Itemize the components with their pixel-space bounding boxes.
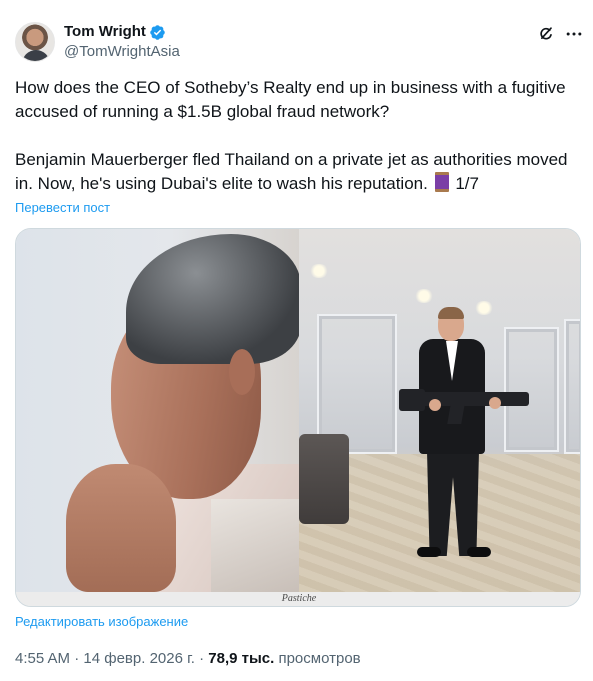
tweet-media-image[interactable]: Pastiche — [15, 228, 581, 607]
tweet-date[interactable]: 14 февр. 2026 г. — [83, 650, 195, 667]
portrait-photo — [16, 229, 301, 592]
thread-counter: 1/7 — [455, 174, 479, 193]
author-display-name-text[interactable]: Tom Wright — [64, 22, 146, 42]
tweet-header: Tom Wright @TomWrightAsia — [15, 18, 583, 66]
thread-spool-icon — [434, 172, 449, 192]
tweet-paragraph-2: Benjamin Mauerberger fled Thailand on a … — [15, 148, 585, 196]
avatar[interactable] — [15, 22, 55, 62]
views-count: 78,9 тыс. — [208, 650, 275, 667]
author-names: Tom Wright @TomWrightAsia — [64, 22, 180, 62]
armed-man-photo — [299, 229, 580, 592]
tweet-paragraph-1: How does the CEO of Sotheby’s Realty end… — [15, 78, 566, 121]
translate-post-link[interactable]: Перевести пост — [15, 200, 110, 215]
views-label: просмотров — [278, 650, 361, 667]
image-caption: Pastiche — [281, 593, 317, 604]
more-icon[interactable] — [564, 24, 584, 44]
author-display-name[interactable]: Tom Wright — [64, 22, 166, 42]
author-handle[interactable]: @TomWrightAsia — [64, 42, 180, 62]
verified-badge-icon — [150, 24, 165, 40]
tweet-meta: 4:55 AM · 14 февр. 2026 г. · 78,9 тыс. п… — [15, 649, 361, 669]
tweet-text: How does the CEO of Sotheby’s Realty end… — [15, 76, 585, 196]
meta-separator: · — [70, 650, 84, 667]
meta-separator: · — [194, 650, 209, 667]
tweet-paragraph-2-text: Benjamin Mauerberger fled Thailand on a … — [15, 150, 568, 193]
edit-image-link[interactable]: Редактировать изображение — [15, 614, 188, 629]
grok-icon[interactable] — [536, 24, 556, 44]
tweet-time[interactable]: 4:55 AM — [15, 650, 70, 667]
